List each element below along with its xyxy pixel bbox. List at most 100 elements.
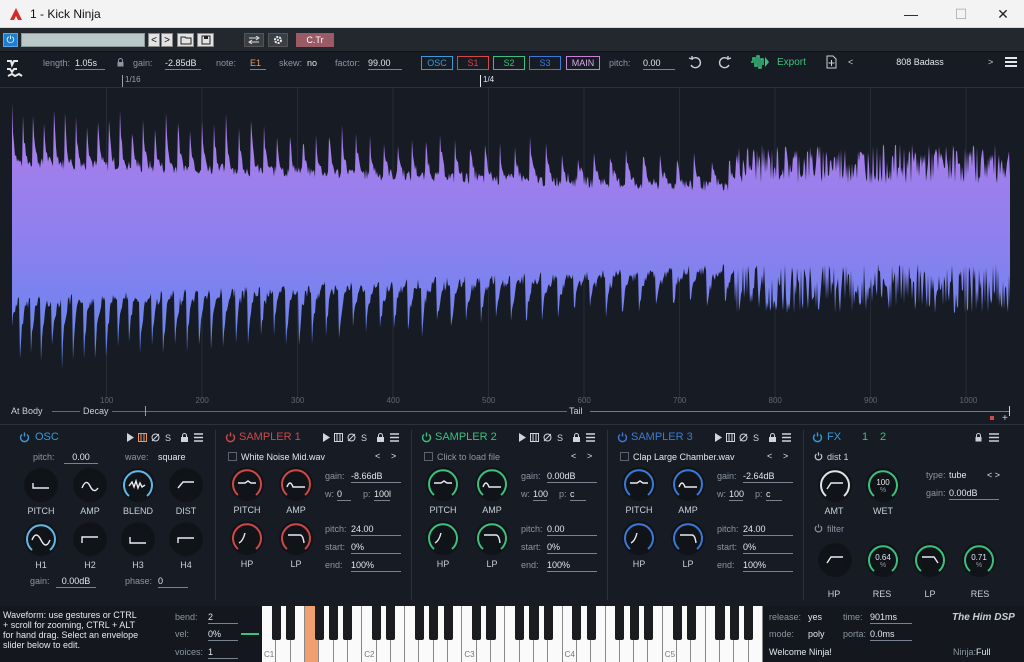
- env-decay-label[interactable]: Decay: [83, 406, 109, 416]
- tab-osc[interactable]: OSC: [421, 56, 453, 70]
- export-button[interactable]: Export: [777, 57, 806, 68]
- sampler1-phase-icon[interactable]: [347, 433, 357, 443]
- lock-icon[interactable]: [117, 58, 124, 67]
- host-next-button[interactable]: >: [161, 33, 173, 47]
- fx-lp-knob[interactable]: [913, 543, 947, 577]
- piano-black-key[interactable]: [271, 606, 281, 640]
- piano-black-key[interactable]: [515, 606, 525, 640]
- sampler3-play-icon[interactable]: [714, 433, 724, 443]
- host-save-button[interactable]: [197, 33, 214, 47]
- sampler1-start-value[interactable]: 0%: [351, 542, 401, 554]
- sampler1-pitch-knob[interactable]: [230, 467, 264, 501]
- pitch-value[interactable]: 0.00: [643, 58, 675, 70]
- skew-value[interactable]: no: [307, 58, 317, 69]
- sampler3-gain-value[interactable]: -2.64dB: [743, 471, 793, 483]
- porta-value[interactable]: 0.0ms: [870, 629, 912, 641]
- osc-h3-knob[interactable]: [121, 522, 155, 556]
- vel-value[interactable]: 0%: [208, 629, 238, 641]
- fx-amt-knob[interactable]: [818, 468, 852, 502]
- release-value[interactable]: yes: [808, 612, 822, 623]
- redo-icon[interactable]: [718, 55, 732, 69]
- sampler2-file-checkbox[interactable]: [424, 452, 433, 461]
- fx-lock-icon[interactable]: [975, 433, 982, 442]
- env-tail-handle[interactable]: [1009, 406, 1010, 416]
- sampler3-lock-icon[interactable]: [768, 433, 778, 443]
- sampler3-hp-knob[interactable]: [622, 521, 656, 555]
- sampler1-power-icon[interactable]: [225, 432, 236, 443]
- sampler3-file-name[interactable]: Clap Large Chamber.wav: [633, 452, 758, 462]
- host-power-button[interactable]: ⏻: [3, 33, 18, 47]
- sampler1-menu-icon[interactable]: [390, 433, 400, 443]
- sampler2-w-value[interactable]: 100: [533, 489, 548, 501]
- env-body-label[interactable]: At Body: [11, 406, 43, 416]
- host-ctr-button[interactable]: C.Tr: [296, 33, 334, 47]
- tab-s1[interactable]: S1: [457, 56, 489, 70]
- fx-hp-knob[interactable]: [818, 543, 852, 577]
- sampler2-gain-value[interactable]: 0.00dB: [547, 471, 597, 483]
- bend-value[interactable]: 2: [208, 612, 238, 624]
- fx-type-arrows[interactable]: < >: [987, 470, 1000, 480]
- new-file-icon[interactable]: [826, 55, 837, 69]
- gain-value[interactable]: -2.85dB: [165, 58, 201, 70]
- preset-prev-button[interactable]: <: [848, 57, 853, 67]
- osc-piano-icon[interactable]: [138, 433, 148, 443]
- osc-power-icon[interactable]: [19, 432, 30, 443]
- osc-phase-value[interactable]: 0: [158, 576, 188, 588]
- sampler1-p-value[interactable]: 100l: [374, 489, 391, 501]
- sampler2-start-value[interactable]: 0%: [547, 542, 597, 554]
- maximize-button[interactable]: ☐: [938, 0, 984, 28]
- piano-black-key[interactable]: [414, 606, 425, 640]
- sampler3-file-prev[interactable]: <: [767, 451, 772, 461]
- piano-black-key[interactable]: [686, 606, 696, 640]
- piano-black-key[interactable]: [286, 606, 296, 640]
- mode-value[interactable]: poly: [808, 629, 825, 640]
- sampler1-w-value[interactable]: 0: [337, 489, 351, 501]
- piano-keyboard[interactable]: C1 C2 C3 C4 C5: [262, 606, 763, 662]
- fx-tab-2[interactable]: 2: [880, 431, 886, 443]
- sampler3-menu-icon[interactable]: [782, 433, 792, 443]
- piano-black-key[interactable]: [643, 606, 654, 640]
- sampler2-phase-icon[interactable]: [543, 433, 553, 443]
- piano-black-key[interactable]: [486, 606, 496, 640]
- piano-black-key[interactable]: [429, 606, 439, 640]
- piano-black-key[interactable]: [314, 606, 324, 640]
- sampler3-end-value[interactable]: 100%: [743, 560, 793, 572]
- sampler3-lp-knob[interactable]: [671, 521, 705, 555]
- osc-s-icon[interactable]: S: [164, 433, 174, 443]
- osc-pitch-value[interactable]: 0.00: [64, 452, 98, 464]
- ninja-value[interactable]: Full: [976, 647, 991, 658]
- piano-black-key[interactable]: [543, 606, 553, 640]
- tab-s2[interactable]: S2: [493, 56, 525, 70]
- envelope-bar[interactable]: At Body Decay Tail: [0, 404, 1024, 416]
- osc-h2-knob[interactable]: [73, 522, 107, 556]
- undo-icon[interactable]: [688, 55, 702, 69]
- sampler1-end-value[interactable]: 100%: [351, 560, 401, 572]
- tab-main[interactable]: MAIN: [566, 56, 600, 70]
- sampler3-amp-knob[interactable]: [671, 467, 705, 501]
- piano-black-key[interactable]: [629, 606, 639, 640]
- sampler3-pitch-knob[interactable]: [622, 467, 656, 501]
- zoom-plus-button[interactable]: +: [1002, 413, 1008, 424]
- osc-dist-knob[interactable]: [169, 468, 203, 502]
- sampler2-play-icon[interactable]: [518, 433, 528, 443]
- sampler2-end-value[interactable]: 100%: [547, 560, 597, 572]
- sampler1-file-checkbox[interactable]: [228, 452, 237, 461]
- piano-black-key[interactable]: [371, 606, 382, 640]
- sampler2-hp-knob[interactable]: [426, 521, 460, 555]
- sampler2-file-next[interactable]: >: [587, 451, 592, 461]
- sampler1-amp-knob[interactable]: [279, 467, 313, 501]
- osc-phase-icon[interactable]: [151, 433, 161, 443]
- osc-lock-icon[interactable]: [180, 433, 190, 443]
- preset-name[interactable]: 808 Badass: [860, 57, 980, 67]
- sampler1-lock-icon[interactable]: [376, 433, 386, 443]
- osc-play-icon[interactable]: [126, 433, 136, 443]
- sampler1-hp-knob[interactable]: [230, 521, 264, 555]
- factor-value[interactable]: 99.00: [368, 58, 402, 70]
- piano-black-key[interactable]: [443, 606, 453, 640]
- sampler3-piano-icon[interactable]: [726, 433, 736, 443]
- sampler1-gain-value[interactable]: -8.66dB: [351, 471, 401, 483]
- piano-black-key[interactable]: [328, 606, 339, 640]
- sampler2-piano-icon[interactable]: [530, 433, 540, 443]
- dist-power-icon[interactable]: [814, 452, 823, 461]
- osc-pitch-knob[interactable]: [24, 468, 58, 502]
